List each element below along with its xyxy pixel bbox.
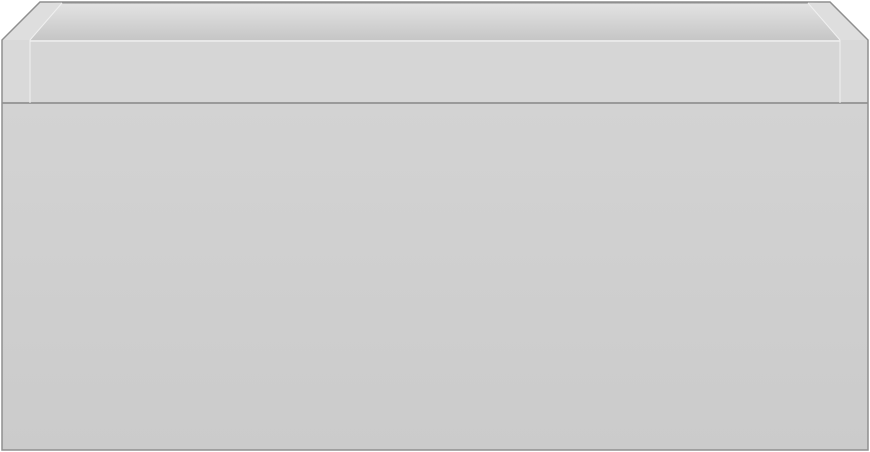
drawer-front-panel — [2, 104, 868, 450]
tray-front-panel — [30, 40, 840, 103]
drawer-unit-illustration — [1, 1, 869, 451]
right-side-post — [840, 40, 868, 103]
inner-back-wall — [30, 3, 840, 40]
product-render — [0, 0, 870, 452]
left-side-post — [2, 40, 30, 103]
